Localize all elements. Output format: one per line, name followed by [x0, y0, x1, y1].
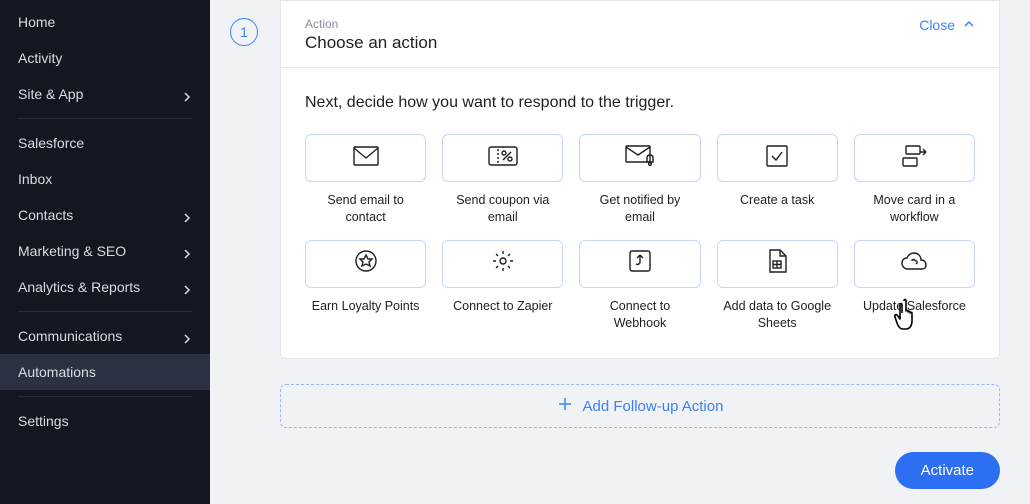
action-label: Earn Loyalty Points: [312, 298, 420, 315]
step-number: 1: [240, 24, 248, 40]
cloud-icon: [900, 251, 928, 276]
action-tile-send-email[interactable]: [305, 134, 426, 182]
sidebar-item-label: Analytics & Reports: [18, 279, 140, 295]
instruction-text: Next, decide how you want to respond to …: [305, 94, 975, 112]
action-send-email: Send email to contact: [305, 134, 426, 226]
sidebar-item-analytics-reports[interactable]: Analytics & Reports: [0, 269, 210, 305]
action-earn-loyalty: Earn Loyalty Points: [305, 240, 426, 332]
sidebar-item-label: Settings: [18, 413, 69, 429]
mail-bell-icon: [625, 145, 655, 172]
sheets-icon: [767, 249, 787, 278]
sidebar-item-home[interactable]: Home: [0, 4, 210, 40]
divider: [18, 311, 192, 312]
divider: [18, 396, 192, 397]
header-labels: Action Choose an action: [305, 17, 437, 53]
sidebar-item-label: Inbox: [18, 171, 52, 187]
main-area: 1 Action Choose an action Close Next, de…: [210, 0, 1030, 504]
sidebar: Home Activity Site & App Salesforce Inbox Co…: [0, 0, 210, 504]
sidebar-item-label: Marketing & SEO: [18, 243, 126, 259]
action-update-salesforce: Update Salesforce: [854, 240, 975, 332]
plus-icon: [557, 396, 573, 416]
sidebar-item-label: Activity: [18, 50, 62, 66]
close-button[interactable]: Close: [919, 17, 975, 33]
followup-label: Add Follow-up Action: [583, 398, 724, 415]
action-create-task: Create a task: [717, 134, 838, 226]
sidebar-item-label: Contacts: [18, 207, 73, 223]
action-connect-webhook: Connect to Webhook: [579, 240, 700, 332]
check-icon: [766, 145, 788, 172]
action-label: Update Salesforce: [863, 298, 966, 315]
activate-button[interactable]: Activate: [895, 452, 1000, 489]
chevron-right-icon: [182, 246, 192, 256]
gear-icon: [491, 249, 515, 278]
mail-icon: [353, 146, 379, 171]
card-header: Action Choose an action Close: [281, 1, 999, 68]
action-label: Add data to Google Sheets: [722, 298, 832, 332]
hook-icon: [629, 250, 651, 277]
action-tile-create-task[interactable]: [717, 134, 838, 182]
action-tile-connect-zapier[interactable]: [442, 240, 563, 288]
action-tile-google-sheets[interactable]: [717, 240, 838, 288]
action-tile-get-notified[interactable]: [579, 134, 700, 182]
sidebar-item-label: Automations: [18, 364, 96, 380]
chevron-right-icon: [182, 282, 192, 292]
sidebar-item-settings[interactable]: Settings: [0, 403, 210, 439]
action-tile-connect-webhook[interactable]: [579, 240, 700, 288]
action-label: Send coupon via email: [448, 192, 558, 226]
close-label: Close: [919, 17, 955, 33]
header-title: Choose an action: [305, 33, 437, 53]
action-label: Get notified by email: [585, 192, 695, 226]
action-send-coupon: Send coupon via email: [442, 134, 563, 226]
action-tile-send-coupon[interactable]: [442, 134, 563, 182]
action-label: Connect to Zapier: [453, 298, 552, 315]
action-label: Send email to contact: [311, 192, 421, 226]
action-card: Action Choose an action Close Next, deci…: [280, 0, 1000, 359]
header-eyebrow: Action: [305, 17, 437, 31]
action-label: Connect to Webhook: [585, 298, 695, 332]
action-label: Move card in a workflow: [859, 192, 969, 226]
cards-icon: [900, 145, 928, 172]
action-connect-zapier: Connect to Zapier: [442, 240, 563, 332]
sidebar-item-label: Communications: [18, 328, 122, 344]
divider: [18, 118, 192, 119]
action-tile-move-card[interactable]: [854, 134, 975, 182]
chevron-right-icon: [182, 331, 192, 341]
activate-label: Activate: [921, 462, 974, 479]
action-get-notified: Get notified by email: [579, 134, 700, 226]
sidebar-item-salesforce[interactable]: Salesforce: [0, 125, 210, 161]
sidebar-item-communications[interactable]: Communications: [0, 318, 210, 354]
chevron-right-icon: [182, 210, 192, 220]
card-body: Next, decide how you want to respond to …: [281, 68, 999, 358]
sidebar-item-contacts[interactable]: Contacts: [0, 197, 210, 233]
action-tile-update-salesforce[interactable]: [854, 240, 975, 288]
sidebar-item-activity[interactable]: Activity: [0, 40, 210, 76]
sidebar-item-site-app[interactable]: Site & App: [0, 76, 210, 112]
sidebar-item-label: Home: [18, 14, 55, 30]
step-indicator: 1: [230, 18, 258, 46]
actions-grid: Send email to contact Send coupon via ema…: [305, 134, 975, 332]
add-followup-button[interactable]: Add Follow-up Action: [280, 384, 1000, 428]
action-move-card: Move card in a workflow: [854, 134, 975, 226]
sidebar-item-inbox[interactable]: Inbox: [0, 161, 210, 197]
chevron-right-icon: [182, 89, 192, 99]
sidebar-item-automations[interactable]: Automations: [0, 354, 210, 390]
star-circle-icon: [355, 250, 377, 277]
coupon-icon: [488, 146, 518, 171]
action-label: Create a task: [740, 192, 814, 209]
action-google-sheets: Add data to Google Sheets: [717, 240, 838, 332]
chevron-up-icon: [963, 17, 975, 33]
action-tile-earn-loyalty[interactable]: [305, 240, 426, 288]
sidebar-item-marketing-seo[interactable]: Marketing & SEO: [0, 233, 210, 269]
sidebar-item-label: Site & App: [18, 86, 83, 102]
sidebar-item-label: Salesforce: [18, 135, 84, 151]
